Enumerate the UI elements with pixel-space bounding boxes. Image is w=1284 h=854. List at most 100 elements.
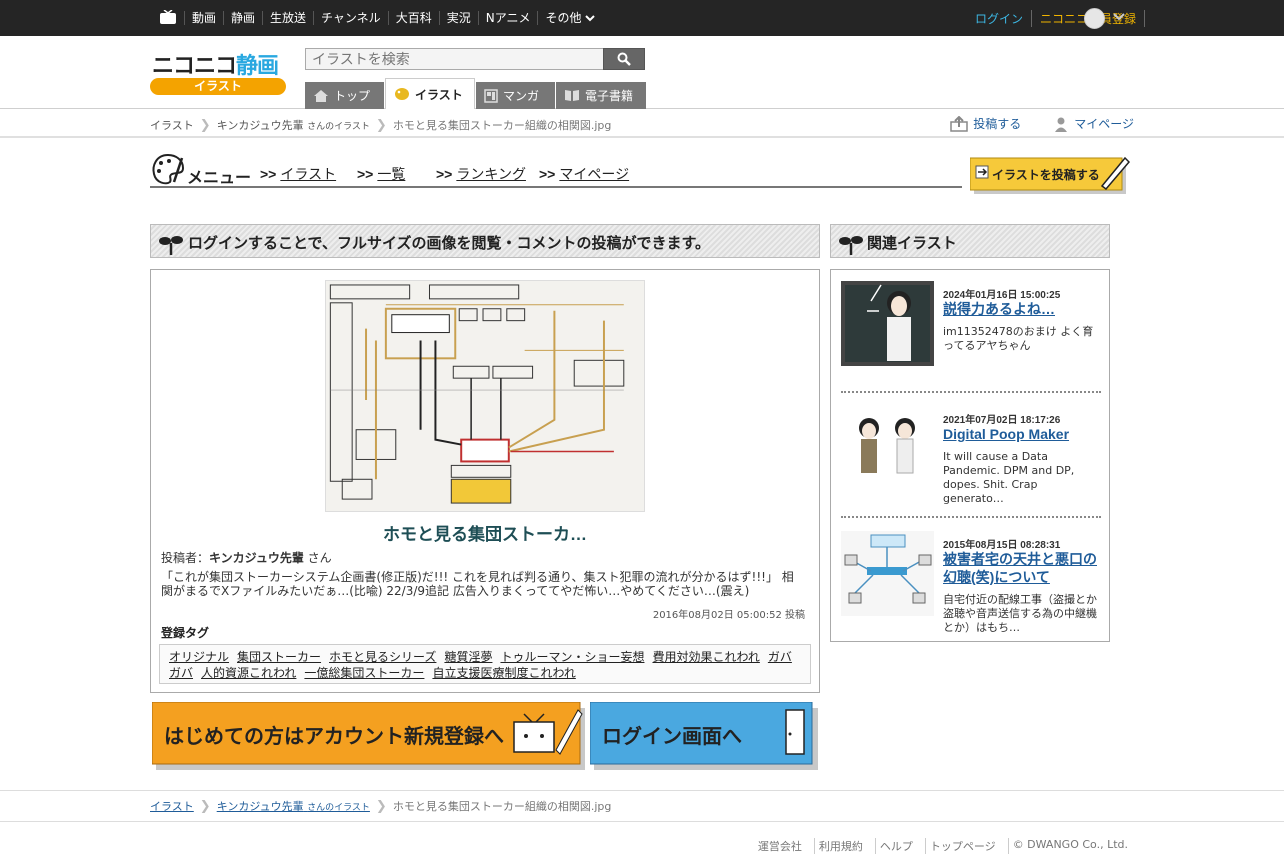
register-banner-label: はじめての方はアカウント新規登録へ: [164, 724, 504, 748]
mypage-link[interactable]: マイページ: [1074, 115, 1134, 132]
menu-arrow: >>: [539, 166, 556, 182]
nav-seiga[interactable]: 静画: [223, 11, 262, 25]
logo-wordmark: ニコニコ静画: [152, 48, 279, 80]
tab-manga-label: マンガ: [503, 89, 540, 103]
tags-label: 登録タグ: [161, 626, 210, 640]
menu-item-illust-label: イラスト: [280, 166, 337, 182]
nav-douga[interactable]: 動画: [184, 11, 223, 25]
tag-item[interactable]: オリジナル: [169, 650, 229, 664]
menu-item-list[interactable]: >> 一覧: [357, 164, 405, 184]
nav-dic[interactable]: 大百科: [387, 11, 439, 25]
post-illust-button[interactable]: イラストを投稿する: [970, 156, 1130, 196]
related-desc: 自宅付近の配線工事（盗撮とか盗聴や音声送信する為の中継機とか）はもち…: [943, 593, 1097, 634]
illust-detail: ホモと見る集団ストーカ… 投稿者：キンカジュウ先輩 さん 「これが集団ストーカー…: [150, 269, 820, 693]
chevron-down-icon[interactable]: [1113, 12, 1125, 21]
global-nav-bar: 動画 静画 生放送 チャンネル 大百科 実況 Nアニメ その他 ログイン ニコニ…: [0, 0, 1284, 36]
related-title[interactable]: Digital Poop Maker: [943, 425, 1103, 443]
sprout-icon: [839, 236, 863, 255]
chevron-right-icon: ❯: [375, 117, 387, 133]
breadcrumb-current: ホモと見る集団ストーカー組織の相関図.jpg: [392, 800, 612, 813]
menu-arrow: >>: [436, 166, 453, 182]
menu-item-illust[interactable]: >> イラスト: [260, 164, 336, 184]
related-title[interactable]: 説得力あるよね…: [943, 300, 1103, 318]
tag-item[interactable]: 自立支援医療制度これわれ: [432, 666, 575, 680]
poster-info: 投稿者：キンカジュウ先輩 さん: [161, 549, 332, 566]
related-item[interactable]: 2015年08月15日 08:28:31 被害者宅の天井と悪口の幻聴(笑)につい…: [841, 525, 1101, 643]
upload-icon: [950, 115, 968, 132]
palette-icon: [152, 153, 185, 185]
avatar[interactable]: [1084, 8, 1105, 29]
illust-menu-bar: メニュー >> イラスト >> 一覧 >> ランキング >> マイページ イラストを投稿…: [150, 152, 1132, 198]
login-notice-bar: ログインすることで、フルサイズの画像を閲覧・コメントの投稿ができます。: [150, 224, 820, 258]
related-date: 2024年01月16日 15:00:25: [943, 290, 1061, 301]
tag-item[interactable]: 費用対効果これわれ: [652, 650, 759, 664]
tag-item[interactable]: 一億総集団ストーカー: [304, 666, 424, 680]
chevron-down-icon: [585, 14, 596, 21]
sprout-icon: [159, 236, 183, 255]
nav-more[interactable]: その他: [537, 11, 602, 25]
niconico-tv-icon[interactable]: [159, 10, 177, 25]
nav-nanime[interactable]: Nアニメ: [477, 11, 538, 25]
nav-channel[interactable]: チャンネル: [313, 11, 388, 25]
search-input[interactable]: [305, 48, 604, 70]
tab-manga[interactable]: マンガ: [476, 82, 555, 109]
tab-ebook[interactable]: 電子書籍: [556, 82, 646, 109]
tab-top-label: トップ: [334, 89, 371, 103]
related-title[interactable]: 被害者宅の天井と悪口の幻聴(笑)について: [943, 550, 1103, 586]
post-link[interactable]: 投稿する: [973, 115, 1021, 132]
breadcrumb-current: ホモと見る集団ストーカー組織の相関図.jpg: [392, 119, 612, 132]
breadcrumb-root[interactable]: イラスト: [150, 117, 194, 133]
footer-top[interactable]: トップページ: [924, 838, 1000, 854]
login-notice-text: ログインすることで、フルサイズの画像を閲覧・コメントの投稿ができます。: [188, 235, 711, 252]
illust-description: 「これが集団ストーカーシステム企画書(修正版)だ!!! これを見れば判る通り、集…: [161, 570, 794, 598]
palette-icon: [395, 88, 409, 100]
site-header: ニコニコ静画 イラスト トップ イラスト マンガ 電子書籍: [0, 36, 1284, 109]
logo-main: ニコニコ: [152, 53, 237, 78]
poster-name[interactable]: キンカジュウ先輩: [209, 551, 304, 565]
tag-item[interactable]: 糖質淫夢: [444, 650, 492, 664]
tag-item[interactable]: ホモと見るシリーズ: [329, 650, 436, 664]
login-link[interactable]: ログイン: [975, 10, 1031, 27]
tab-top[interactable]: トップ: [305, 82, 384, 109]
home-icon: [314, 89, 328, 102]
menu-arrow: >>: [357, 166, 374, 182]
tab-illust[interactable]: イラスト: [385, 78, 475, 109]
tag-item[interactable]: 集団ストーカー: [237, 650, 321, 664]
breadcrumb-author[interactable]: キンカジュウ先輩 さんのイラスト: [217, 798, 370, 814]
user-icon: [1055, 117, 1068, 132]
menu-item-ranking[interactable]: >> ランキング: [436, 164, 526, 184]
nav-more-label: その他: [545, 11, 582, 25]
breadcrumb-path: イラスト ❯ キンカジュウ先輩 さんのイラスト ❯ ホモと見る集団ストーカー組織…: [150, 117, 611, 133]
related-thumbnail[interactable]: [841, 531, 934, 616]
related-desc: It will cause a Data Pandemic. DPM and D…: [943, 450, 1075, 505]
breadcrumb-root[interactable]: イラスト: [150, 798, 194, 814]
menu-label: メニュー: [187, 170, 252, 187]
tag-item[interactable]: 人的資源これわれ: [201, 666, 296, 680]
nav-live[interactable]: 生放送: [262, 11, 313, 25]
nav-jikkyo[interactable]: 実況: [438, 11, 478, 25]
related-item[interactable]: 2024年01月16日 15:00:25 説得力あるよね… im11352478…: [841, 275, 1101, 393]
breadcrumb-author[interactable]: キンカジュウ先輩 さんのイラスト: [217, 117, 370, 133]
tag-item[interactable]: トゥルーマン・ショー妄想: [500, 650, 644, 664]
footer-help[interactable]: ヘルプ: [874, 838, 917, 854]
footer-breadcrumb: イラスト ❯ キンカジュウ先輩 さんのイラスト ❯ ホモと見る集団ストーカー組織…: [0, 790, 1284, 822]
menu-item-mypage[interactable]: >> マイページ: [539, 164, 629, 184]
footer-copyright: © DWANGO Co., Ltd.: [1007, 838, 1132, 854]
menu-item-ranking-label: ランキング: [456, 166, 526, 182]
footer-company[interactable]: 運営会社: [754, 838, 806, 854]
related-thumbnail[interactable]: [841, 281, 934, 366]
register-banner[interactable]: はじめての方はアカウント新規登録へ: [152, 702, 585, 770]
related-item[interactable]: 2021年07月02日 18:17:26 Digital Poop Maker …: [841, 400, 1101, 518]
manga-icon: [484, 88, 498, 103]
search-button[interactable]: [603, 48, 645, 70]
footer-terms[interactable]: 利用規約: [813, 838, 867, 854]
poster-label: 投稿者：: [161, 551, 210, 565]
seiga-logo[interactable]: ニコニコ静画 イラスト: [150, 48, 286, 98]
breadcrumb-author-suffix: さんのイラスト: [307, 122, 370, 132]
illust-image[interactable]: [325, 280, 645, 512]
post-illust-button-label: イラストを投稿する: [992, 167, 1100, 182]
login-banner[interactable]: ログイン画面へ: [590, 702, 818, 770]
related-thumbnail[interactable]: [841, 406, 934, 491]
breadcrumb-path: イラスト ❯ キンカジュウ先輩 さんのイラスト ❯ ホモと見る集団ストーカー組織…: [150, 798, 611, 814]
logo-kanji: 静画: [236, 53, 279, 78]
